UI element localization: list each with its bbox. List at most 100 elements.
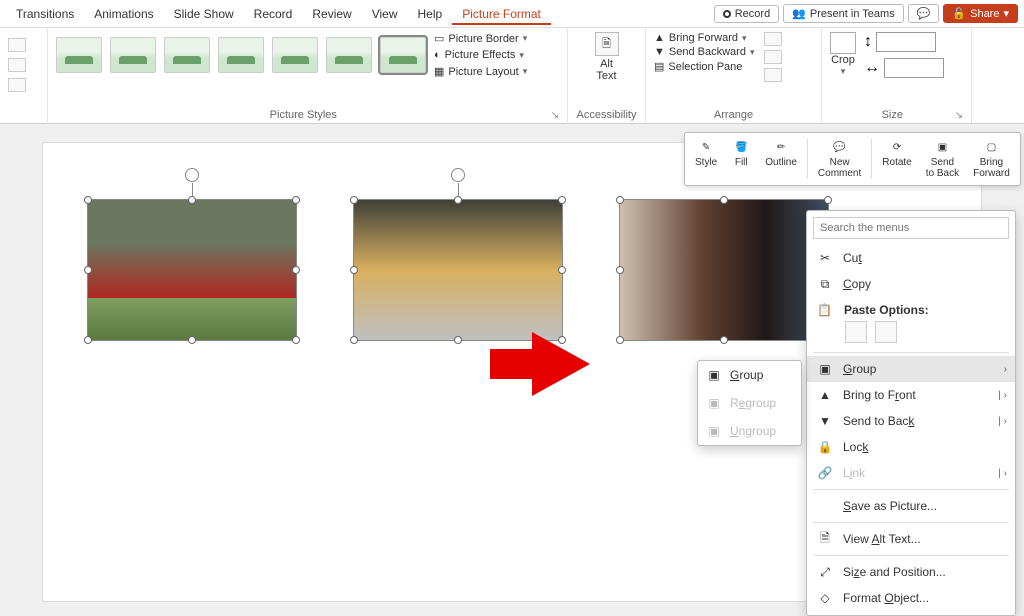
height-input[interactable] <box>876 32 936 52</box>
width-input[interactable] <box>884 58 944 78</box>
rotate-handle[interactable] <box>451 168 465 182</box>
comments-button[interactable]: 💬 <box>908 4 940 23</box>
sub-group[interactable]: ▣Group <box>698 361 801 389</box>
resize-handle[interactable] <box>350 266 358 274</box>
picture-effects-button[interactable]: ◐Picture Effects▾ <box>434 49 527 61</box>
resize-handle[interactable] <box>84 266 92 274</box>
tab-picture-format[interactable]: Picture Format <box>452 3 551 25</box>
paste-icon: 📋 <box>817 303 832 317</box>
mini-style-button[interactable]: ✎Style <box>689 137 723 181</box>
ribbon-size-group: Crop ▾ ↕ ↔ Size ↘ <box>822 28 972 123</box>
resize-handle[interactable] <box>292 266 300 274</box>
resize-handle[interactable] <box>84 196 92 204</box>
style-preset-2[interactable] <box>110 37 156 73</box>
share-button[interactable]: 🔓Share ▾ <box>943 4 1018 23</box>
resize-handle[interactable] <box>558 196 566 204</box>
picture-2[interactable] <box>353 199 563 341</box>
annotation-arrow <box>532 332 590 396</box>
effects-icon: ◐ <box>434 49 441 61</box>
style-preset-6[interactable] <box>326 37 372 73</box>
resize-handle[interactable] <box>720 336 728 344</box>
mini-fill-button[interactable]: 🪣Fill <box>725 137 757 181</box>
ctx-format-object[interactable]: ◇Format Object... <box>807 585 1015 611</box>
mini-send-to-back-button[interactable]: ▣Send to Back <box>920 137 965 181</box>
align-button[interactable] <box>764 32 782 46</box>
resize-handle[interactable] <box>350 336 358 344</box>
selection-pane-button[interactable]: ▤Selection Pane <box>654 60 754 73</box>
tab-animations[interactable]: Animations <box>84 3 163 25</box>
menu-search-input[interactable] <box>813 217 1009 239</box>
group-button[interactable] <box>764 50 782 64</box>
comment-icon: 💬 <box>830 139 850 155</box>
size-launcher-icon[interactable]: ↘ <box>955 110 963 121</box>
ctx-cut[interactable]: ✂Cut <box>807 245 1015 271</box>
style-preset-7[interactable] <box>380 37 426 73</box>
tab-transitions[interactable]: Transitions <box>6 3 84 25</box>
mini-bring-forward-button[interactable]: ▢Bring Forward <box>967 137 1016 181</box>
rotate-button[interactable] <box>764 68 782 82</box>
crop-button[interactable]: Crop ▾ <box>830 32 856 77</box>
ctx-lock[interactable]: 🔒Lock <box>807 434 1015 460</box>
picture-layout-button[interactable]: ▦Picture Layout▾ <box>434 65 527 78</box>
border-icon: ▭ <box>434 32 444 45</box>
layout-icon: ▦ <box>434 65 444 78</box>
ctx-save-as-picture[interactable]: Save as Picture... <box>807 493 1015 519</box>
ctx-bring-to-front[interactable]: ▲Bring to Front| › <box>807 382 1015 408</box>
mini-outline-button[interactable]: ✏Outline <box>759 137 803 181</box>
width-icon: ↔ <box>864 59 880 77</box>
style-preset-5[interactable] <box>272 37 318 73</box>
picture-3[interactable] <box>619 199 829 341</box>
ctx-send-to-back[interactable]: ▼Send to Back| › <box>807 408 1015 434</box>
chevron-right-icon: | › <box>998 390 1007 401</box>
rotate-handle[interactable] <box>185 168 199 182</box>
bring-forward-icon: ▲ <box>654 32 665 44</box>
picture-1[interactable] <box>87 199 297 341</box>
resize-handle[interactable] <box>84 336 92 344</box>
ungroup-icon: ▣ <box>706 423 722 439</box>
picture-styles-gallery[interactable] <box>56 37 426 73</box>
tab-view[interactable]: View <box>362 3 408 25</box>
tab-slideshow[interactable]: Slide Show <box>164 3 244 25</box>
chevron-right-icon: | › <box>998 468 1007 479</box>
send-backward-button[interactable]: ▼Send Backward▾ <box>654 46 754 58</box>
resize-handle[interactable] <box>720 196 728 204</box>
remove-background-button[interactable] <box>8 38 26 52</box>
menu-search <box>813 217 1009 239</box>
style-preset-3[interactable] <box>164 37 210 73</box>
resize-handle[interactable] <box>616 336 624 344</box>
resize-handle[interactable] <box>454 196 462 204</box>
paste-option-2[interactable] <box>875 321 897 343</box>
resize-handle[interactable] <box>824 196 832 204</box>
resize-handle[interactable] <box>350 196 358 204</box>
alt-text-icon: 🗎 <box>602 35 611 54</box>
bring-forward-button[interactable]: ▲Bring Forward▾ <box>654 32 754 44</box>
ctx-copy[interactable]: ⧉Copy <box>807 271 1015 297</box>
resize-handle[interactable] <box>616 196 624 204</box>
corrections-button[interactable] <box>8 58 26 72</box>
mini-rotate-button[interactable]: ⟳Rotate <box>876 137 917 181</box>
styles-launcher-icon[interactable]: ↘ <box>551 110 559 121</box>
picture-border-button[interactable]: ▭Picture Border▾ <box>434 32 527 45</box>
present-in-teams-button[interactable]: 👥Present in Teams <box>783 4 904 23</box>
mini-new-comment-button[interactable]: 💬New Comment <box>812 137 867 181</box>
tab-record[interactable]: Record <box>244 3 303 25</box>
record-button[interactable]: Record <box>714 5 779 23</box>
style-preset-4[interactable] <box>218 37 264 73</box>
alt-text-button[interactable]: 🗎 <box>595 32 619 56</box>
resize-handle[interactable] <box>188 336 196 344</box>
color-button[interactable] <box>8 78 26 92</box>
ctx-size-position[interactable]: ⤢Size and Position... <box>807 559 1015 585</box>
tab-help[interactable]: Help <box>408 3 453 25</box>
resize-handle[interactable] <box>558 266 566 274</box>
resize-handle[interactable] <box>188 196 196 204</box>
ctx-view-alt-text[interactable]: 🗎View Alt Text... <box>807 526 1015 552</box>
resize-handle[interactable] <box>292 336 300 344</box>
tab-review[interactable]: Review <box>302 3 361 25</box>
resize-handle[interactable] <box>454 336 462 344</box>
resize-handle[interactable] <box>616 266 624 274</box>
resize-handle[interactable] <box>292 196 300 204</box>
ctx-group[interactable]: ▣Group› <box>807 356 1015 382</box>
style-preset-1[interactable] <box>56 37 102 73</box>
ctx-link: 🔗Link| › <box>807 460 1015 486</box>
paste-option-1[interactable] <box>845 321 867 343</box>
